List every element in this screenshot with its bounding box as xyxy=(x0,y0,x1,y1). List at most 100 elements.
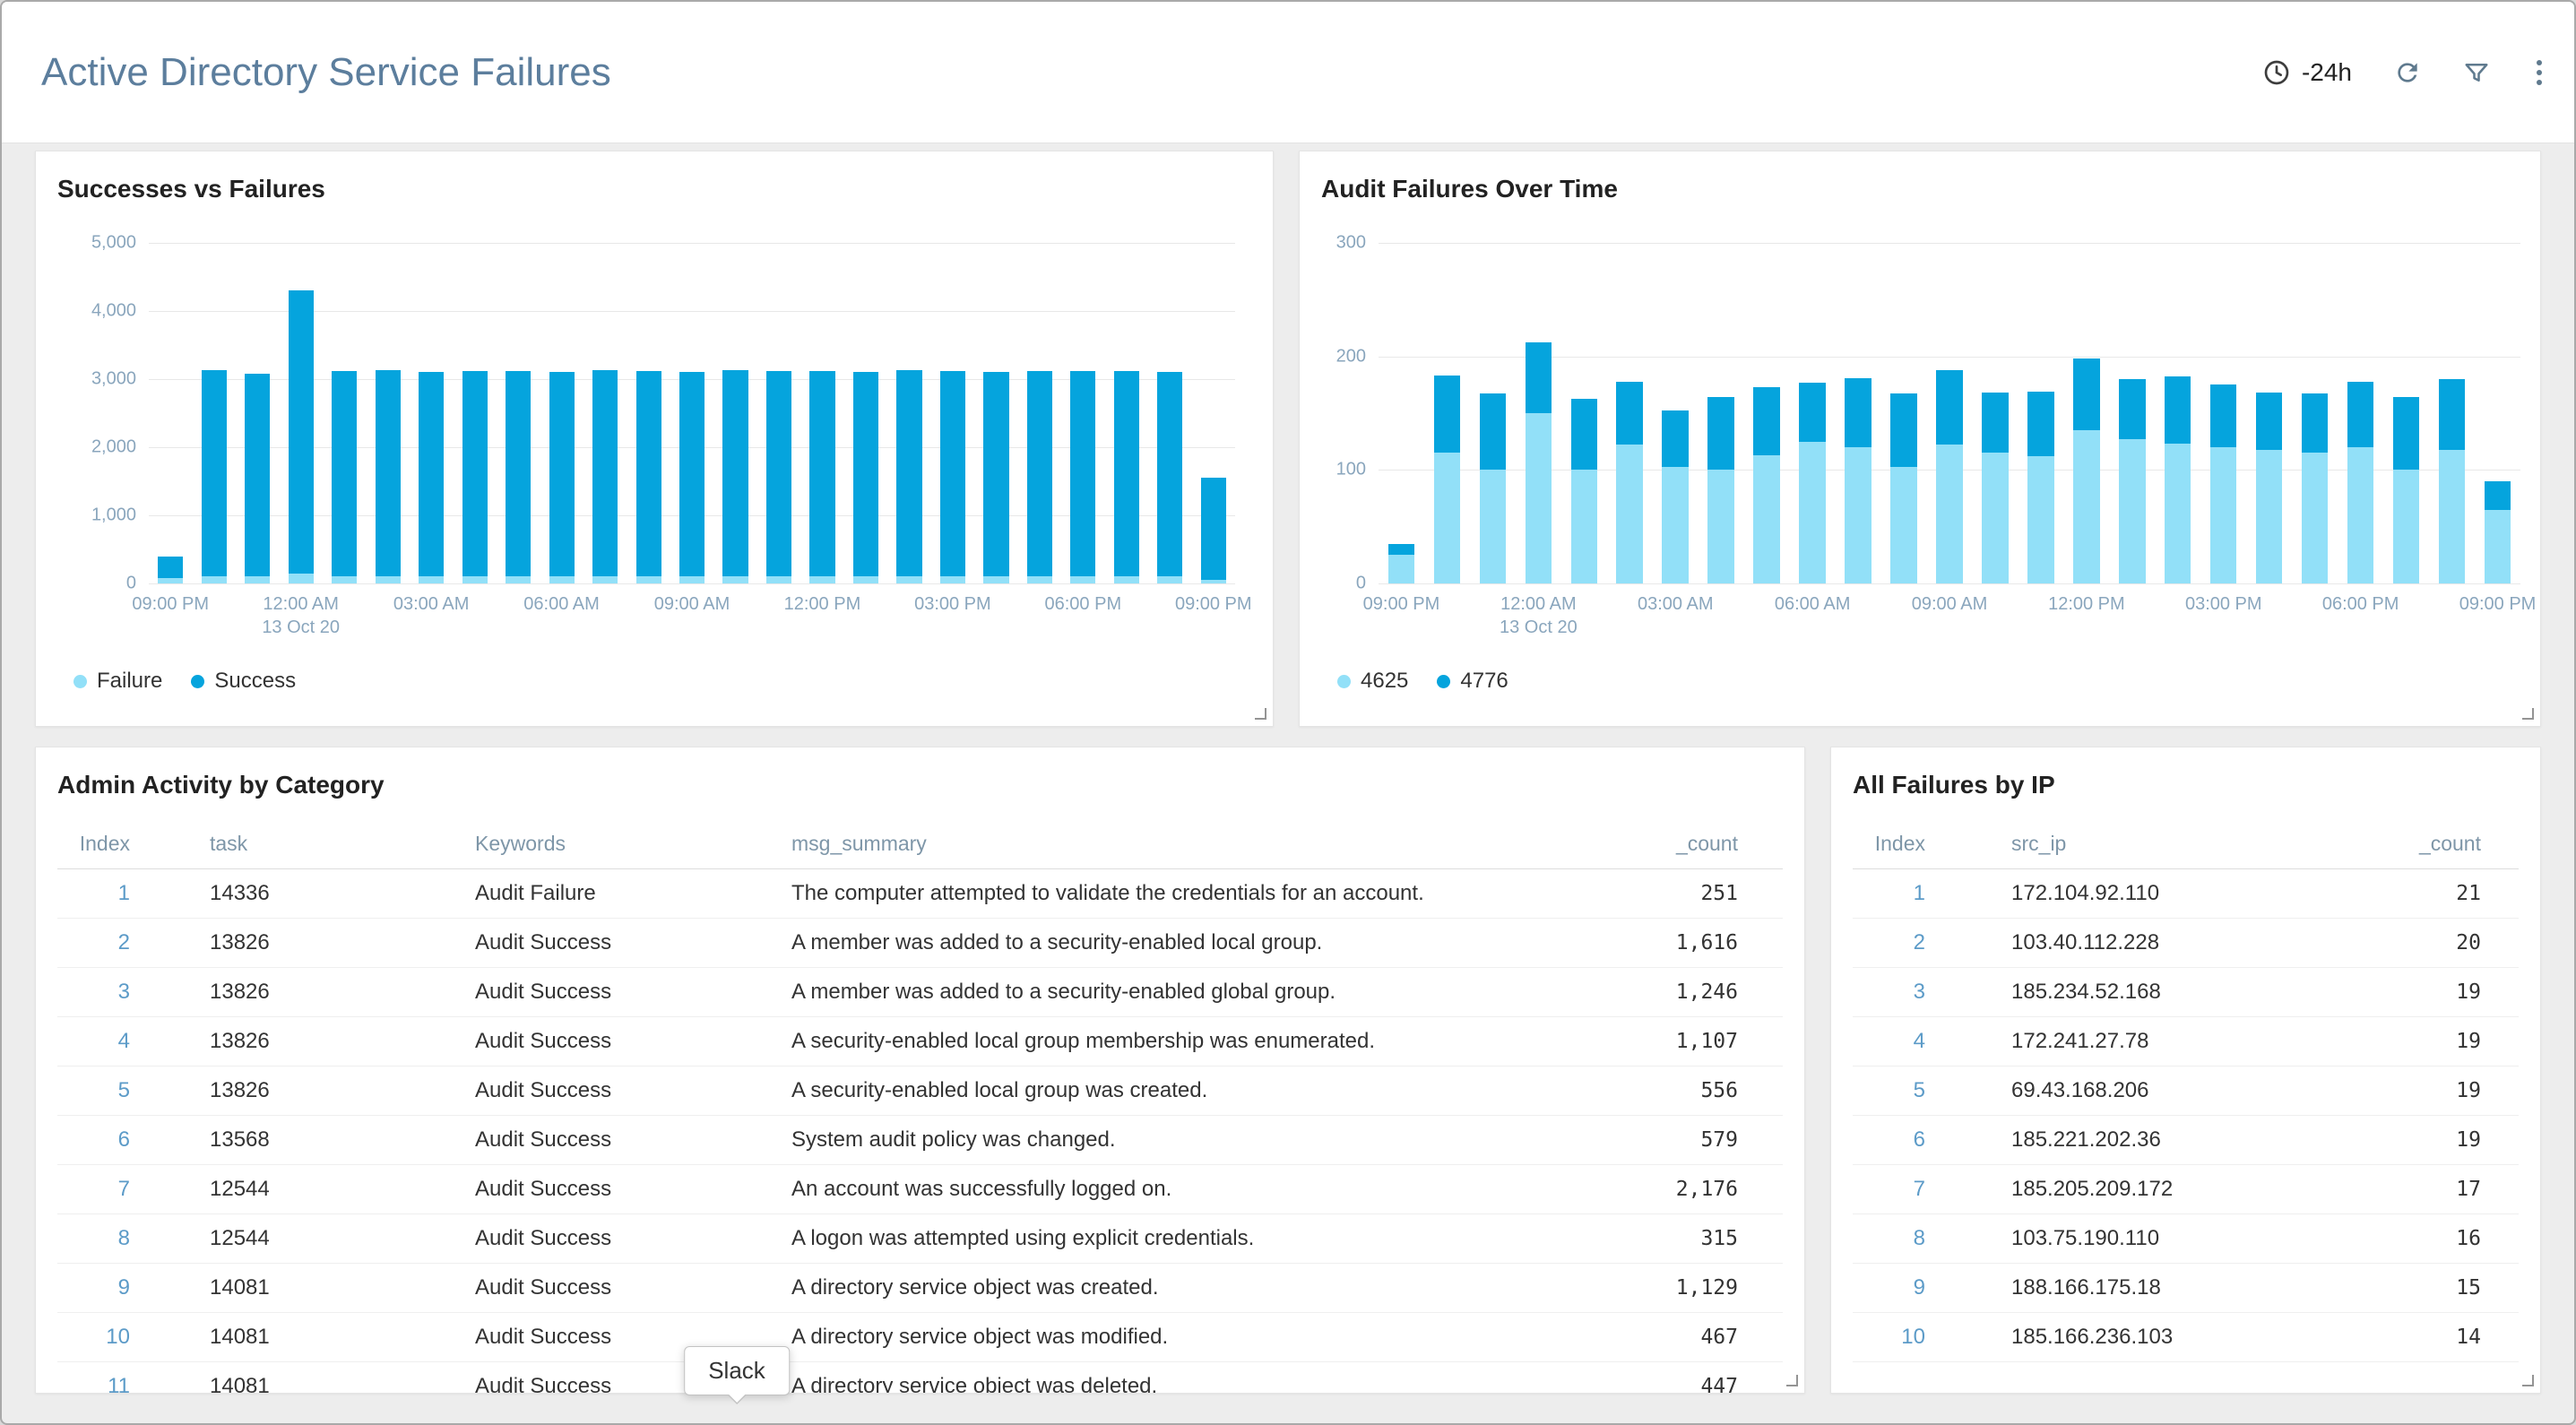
bar[interactable] xyxy=(2256,243,2283,583)
y-tick-label: 100 xyxy=(1336,460,1366,480)
column-header[interactable]: Index xyxy=(57,819,134,869)
bar[interactable] xyxy=(289,243,314,583)
table-row[interactable]: 613568Audit SuccessSystem audit policy w… xyxy=(57,1116,1783,1165)
bar[interactable] xyxy=(2485,243,2511,583)
bar[interactable] xyxy=(1707,243,1734,583)
bar[interactable] xyxy=(1388,243,1415,583)
column-header[interactable]: _count xyxy=(1621,819,1783,869)
time-range-control[interactable]: -24h xyxy=(2262,58,2352,87)
bar-segment xyxy=(1753,455,1780,583)
bar[interactable] xyxy=(722,243,748,583)
bar[interactable] xyxy=(2165,243,2191,583)
table-row[interactable]: 513826Audit SuccessA security-enabled lo… xyxy=(57,1067,1783,1116)
legend-item[interactable]: Success xyxy=(191,669,296,694)
kebab-menu-button[interactable] xyxy=(2531,58,2547,87)
bar[interactable] xyxy=(679,243,705,583)
bar[interactable] xyxy=(853,243,878,583)
bar[interactable] xyxy=(1070,243,1095,583)
bar-segment xyxy=(2485,481,2511,510)
refresh-button[interactable] xyxy=(2393,58,2422,87)
table-cell: 556 xyxy=(1621,1067,1783,1116)
bar[interactable] xyxy=(245,243,270,583)
bar[interactable] xyxy=(766,243,791,583)
bar[interactable] xyxy=(1753,243,1780,583)
bar-segment xyxy=(2119,439,2146,583)
table-row[interactable]: 1114081Audit SuccessA directory service … xyxy=(57,1362,1783,1395)
bar[interactable] xyxy=(1662,243,1689,583)
bar-slot xyxy=(410,243,453,583)
table-row[interactable]: 1014081Audit SuccessA directory service … xyxy=(57,1313,1783,1362)
legend-item[interactable]: 4776 xyxy=(1437,669,1508,694)
column-header[interactable]: _count xyxy=(2375,819,2519,869)
bar[interactable] xyxy=(332,243,357,583)
bar[interactable] xyxy=(1616,243,1643,583)
bar[interactable] xyxy=(1434,243,1461,583)
y-tick-label: 1,000 xyxy=(91,505,136,526)
bar-slot xyxy=(2155,243,2200,583)
column-header[interactable]: Keywords xyxy=(471,819,788,869)
bar[interactable] xyxy=(1936,243,1963,583)
bar[interactable] xyxy=(592,243,618,583)
bar[interactable] xyxy=(2119,243,2146,583)
bar[interactable] xyxy=(549,243,575,583)
legend-item[interactable]: 4625 xyxy=(1337,669,1408,694)
table-row[interactable]: 8103.75.190.11016 xyxy=(1853,1214,2519,1264)
bar[interactable] xyxy=(158,243,183,583)
table-row[interactable]: 914081Audit SuccessA directory service o… xyxy=(57,1264,1783,1313)
legend-item[interactable]: Failure xyxy=(73,669,162,694)
bar[interactable] xyxy=(1027,243,1052,583)
bar[interactable] xyxy=(462,243,488,583)
table-row[interactable]: 3185.234.52.16819 xyxy=(1853,968,2519,1017)
table-row[interactable]: 10185.166.236.10314 xyxy=(1853,1313,2519,1362)
bar[interactable] xyxy=(1526,243,1552,583)
bar[interactable] xyxy=(1157,243,1182,583)
bar[interactable] xyxy=(1799,243,1826,583)
table-row[interactable]: 569.43.168.20619 xyxy=(1853,1067,2519,1116)
filter-button[interactable] xyxy=(2463,59,2490,86)
table-row[interactable]: 413826Audit SuccessA security-enabled lo… xyxy=(57,1017,1783,1067)
bar[interactable] xyxy=(376,243,401,583)
bar[interactable] xyxy=(1480,243,1507,583)
column-header[interactable]: task xyxy=(134,819,471,869)
bar[interactable] xyxy=(2027,243,2054,583)
bar[interactable] xyxy=(809,243,834,583)
bar[interactable] xyxy=(2393,243,2420,583)
bar[interactable] xyxy=(1982,243,2009,583)
bar[interactable] xyxy=(2073,243,2100,583)
table-row[interactable]: 7185.205.209.17217 xyxy=(1853,1165,2519,1214)
column-header[interactable]: src_ip xyxy=(1929,819,2375,869)
table-row[interactable]: 2103.40.112.22820 xyxy=(1853,919,2519,968)
table-row[interactable]: 712544Audit SuccessAn account was succes… xyxy=(57,1165,1783,1214)
bar[interactable] xyxy=(636,243,661,583)
bar[interactable] xyxy=(202,243,227,583)
resize-handle[interactable] xyxy=(1786,1375,1798,1386)
bar[interactable] xyxy=(2439,243,2466,583)
bar[interactable] xyxy=(983,243,1008,583)
table-row[interactable]: 1172.104.92.11021 xyxy=(1853,869,2519,919)
table-row[interactable]: 213826Audit SuccessA member was added to… xyxy=(57,919,1783,968)
bar[interactable] xyxy=(2302,243,2329,583)
bar[interactable] xyxy=(896,243,921,583)
bar[interactable] xyxy=(940,243,965,583)
bar[interactable] xyxy=(506,243,531,583)
bar[interactable] xyxy=(1114,243,1139,583)
table-row[interactable]: 812544Audit SuccessA logon was attempted… xyxy=(57,1214,1783,1264)
resize-handle[interactable] xyxy=(2522,708,2534,720)
bar-slot xyxy=(323,243,366,583)
resize-handle[interactable] xyxy=(1255,708,1266,720)
column-header[interactable]: msg_summary xyxy=(788,819,1621,869)
bar[interactable] xyxy=(419,243,444,583)
table-row[interactable]: 6185.221.202.3619 xyxy=(1853,1116,2519,1165)
bar[interactable] xyxy=(2347,243,2374,583)
table-row[interactable]: 4172.241.27.7819 xyxy=(1853,1017,2519,1067)
bar[interactable] xyxy=(1845,243,1871,583)
bar[interactable] xyxy=(1571,243,1598,583)
bar[interactable] xyxy=(2210,243,2237,583)
bar[interactable] xyxy=(1890,243,1917,583)
table-row[interactable]: 114336Audit FailureThe computer attempte… xyxy=(57,869,1783,919)
table-row[interactable]: 9188.166.175.1815 xyxy=(1853,1264,2519,1313)
bar[interactable] xyxy=(1201,243,1226,583)
column-header[interactable]: Index xyxy=(1853,819,1929,869)
resize-handle[interactable] xyxy=(2522,1375,2534,1386)
table-row[interactable]: 313826Audit SuccessA member was added to… xyxy=(57,968,1783,1017)
